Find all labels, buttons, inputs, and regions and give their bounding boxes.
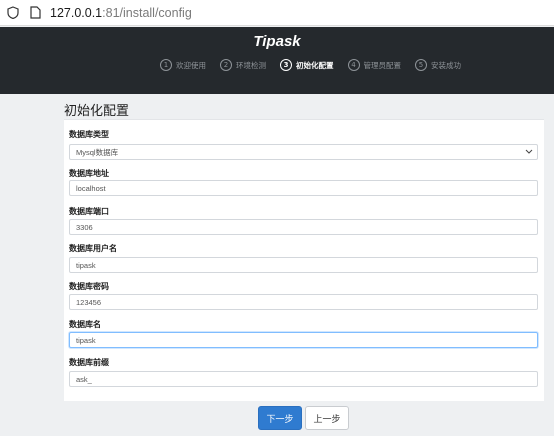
step-number: 4 [347,59,360,71]
step-number: 5 [415,59,427,71]
db-user-value: tipask [76,260,96,270]
db-port-input[interactable]: 3306 [69,219,538,235]
step-label: 初始化配置 [296,60,334,70]
step-admin-config: 4 管理员配置 [347,59,402,71]
db-password-input[interactable]: 123456 [69,294,538,310]
step-number: 3 [280,59,292,71]
db-user-label: 数据库用户名 [69,244,117,253]
step-label: 管理员配置 [363,60,402,70]
url-path: :81/install/config [102,5,192,20]
db-type-label: 数据库类型 [69,130,109,139]
step-number: 1 [160,59,172,71]
page-title: 初始化配置 [64,103,130,118]
step-install-done: 5 安装成功 [415,59,461,71]
db-prefix-value: ask_ [76,374,92,384]
step-number: 2 [220,59,232,71]
db-password-value: 123456 [76,297,102,307]
browser-address-bar[interactable]: 127.0.0.1:81/install/config [0,0,554,26]
config-form: 数据库类型 Mysql数据库 数据库地址 localhost 数据库端口 330… [64,119,544,401]
db-host-value: localhost [76,183,106,193]
db-type-value: Mysql数据库 [76,147,119,157]
db-name-label: 数据库名 [69,320,101,329]
next-button[interactable]: 下一步 [258,406,302,430]
step-init-config: 3 初始化配置 [280,59,334,71]
step-welcome: 1 欢迎使用 [160,59,206,71]
db-name-input[interactable]: tipask [69,332,538,348]
db-password-label: 数据库密码 [69,282,109,291]
install-steps: 1 欢迎使用 2 环境检测 3 初始化配置 4 管理员配置 5 安装成功 [160,59,475,71]
db-port-value: 3306 [76,222,93,232]
db-user-input[interactable]: tipask [69,257,538,273]
shield-icon[interactable] [6,6,20,20]
page-icon [28,6,42,20]
db-port-label: 数据库端口 [69,207,109,216]
db-type-select[interactable]: Mysql数据库 [69,144,538,160]
step-env-check: 2 环境检测 [220,59,266,71]
step-label: 环境检测 [236,60,266,70]
chevron-down-icon [525,147,533,157]
prev-button[interactable]: 上一步 [305,406,349,430]
url-host: 127.0.0.1 [50,5,103,20]
db-host-label: 数据库地址 [69,169,109,178]
step-label: 欢迎使用 [176,60,206,70]
db-host-input[interactable]: localhost [69,180,538,196]
step-label: 安装成功 [431,60,461,70]
url-text[interactable]: 127.0.0.1:81/install/config [50,6,192,20]
db-prefix-label: 数据库前缀 [69,358,109,367]
brand-logo: Tipask [253,33,301,50]
db-prefix-input[interactable]: ask_ [69,371,538,387]
db-name-value: tipask [76,335,96,345]
